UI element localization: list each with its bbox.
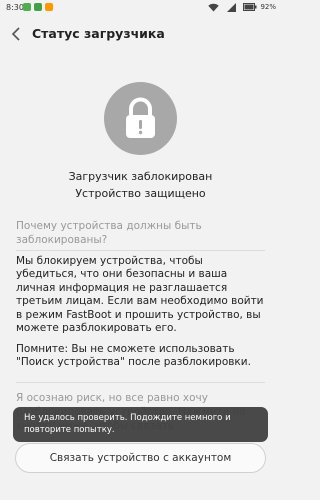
bind-account-button[interactable]: Связать устройство с аккаунтом: [15, 443, 266, 473]
lock-icon: [126, 97, 155, 138]
lock-status-badge: [104, 82, 177, 155]
app-bar: Статус загрузчика: [0, 16, 281, 52]
notification-green-icon: [34, 3, 42, 11]
battery-icon: [243, 3, 257, 11]
section-question: Почему устройства должны быть заблокиров…: [16, 220, 202, 246]
battery-percent: 92%: [260, 3, 276, 11]
bootloader-status: Загрузчик заблокирован: [68, 170, 213, 183]
error-toast: Не удалось проверить. Подождите немного …: [13, 407, 268, 442]
clock: 8:30: [6, 3, 24, 12]
chevron-left-icon[interactable]: [9, 25, 25, 43]
device-status: Устройство защищено: [75, 187, 206, 200]
page-title: Статус загрузчика: [32, 26, 165, 41]
status-bar: 8:30 92%: [0, 0, 281, 16]
notification-green-icon: [23, 3, 31, 11]
wifi-icon: [208, 3, 219, 12]
note-text: Помните: Вы не сможете использовать "Пои…: [16, 343, 251, 369]
signal-icon: [227, 3, 236, 12]
notification-orange-icon: [45, 3, 53, 11]
divider: [16, 250, 265, 251]
divider: [16, 382, 265, 383]
explanation-text: Мы блокируем устройства, чтобы убедиться…: [16, 255, 264, 335]
